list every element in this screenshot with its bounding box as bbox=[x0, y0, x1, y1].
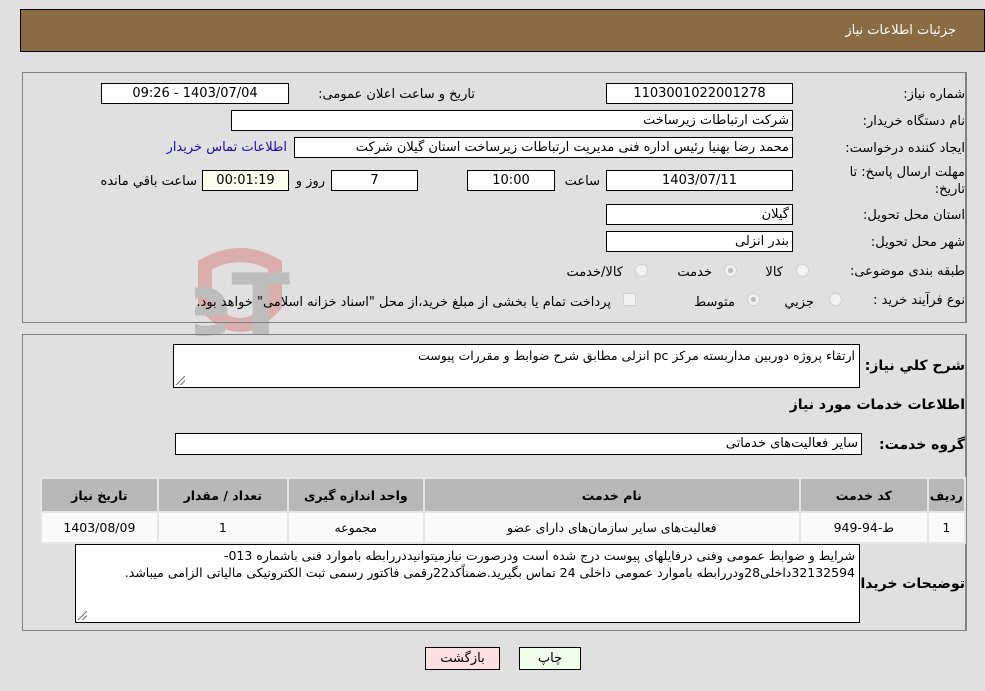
city-field: بندر انزلی bbox=[606, 231, 793, 252]
service-group-field: سایر فعالیت‌های خدماتی bbox=[175, 433, 862, 455]
back-button[interactable]: بازگشت bbox=[425, 647, 500, 670]
buyer-org-field: شرکت ارتباطات زیرساخت bbox=[231, 110, 793, 131]
buyer-contact-link[interactable]: اطلاعات تماس خریدار bbox=[167, 140, 287, 155]
category-radio-service[interactable] bbox=[724, 264, 737, 277]
buyer-notes-textarea[interactable]: شرایط و ضوابط عمومی وفنی درفایلهای پیوست… bbox=[75, 544, 860, 623]
cell-service-code: ط-94-949 bbox=[798, 511, 929, 544]
col-service-name: نام خدمت bbox=[422, 477, 801, 513]
category-option-goods-service: کالا/خدمت bbox=[566, 265, 623, 280]
announce-date-label: تاریخ و ساعت اعلان عمومی: bbox=[318, 87, 475, 102]
cell-service-name: فعالیت‌های سایر سازمان‌های دارای عضو bbox=[422, 511, 801, 544]
buyer-notes-label: توضیحات خریدار: bbox=[846, 576, 965, 592]
description-text: ارتقاء پروژه دوربین مداربسته مرکز pc انز… bbox=[418, 348, 855, 363]
category-option-goods: کالا bbox=[765, 265, 783, 280]
page-header: جزئیات اطلاعات نیاز bbox=[20, 9, 985, 52]
description-label: شرح کلي نیاز: bbox=[864, 358, 965, 374]
treasury-checkbox-label: پرداخت تمام یا بخشی از مبلغ خرید،از محل … bbox=[196, 295, 611, 310]
creator-label: ایجاد کننده درخواست: bbox=[845, 141, 965, 156]
creator-field: محمد رضا بهنیا رئیس اداره فنی مدیریت ارت… bbox=[294, 137, 793, 158]
description-textarea[interactable]: ارتقاء پروژه دوربین مداربسته مرکز pc انز… bbox=[173, 344, 860, 388]
category-option-service: خدمت bbox=[677, 265, 712, 280]
need-number-label: شماره نیاز: bbox=[903, 87, 965, 102]
buyer-notes-text: شرایط و ضوابط عمومی وفنی درفایلهای پیوست… bbox=[124, 548, 855, 580]
col-row-number: ردیف bbox=[926, 477, 967, 513]
city-label: شهر محل تحویل: bbox=[870, 235, 965, 250]
cell-quantity: 1 bbox=[156, 511, 289, 544]
services-table: ردیف کد خدمت نام خدمت واحد اندازه گیری ت… bbox=[40, 477, 967, 544]
remaining-time-label: ساعت باقي مانده bbox=[100, 174, 197, 189]
table-header-row: ردیف کد خدمت نام خدمت واحد اندازه گیری ت… bbox=[40, 477, 967, 513]
announce-date-field: 1403/07/04 - 09:26 bbox=[101, 83, 289, 104]
days-label: روز و bbox=[295, 174, 325, 189]
deadline-label: مهلت ارسال پاسخ: تا تاریخ: bbox=[849, 165, 965, 197]
cell-unit: مجموعه bbox=[286, 511, 425, 544]
resize-grip-icon[interactable] bbox=[176, 376, 185, 385]
service-group-label: گروه خدمت: bbox=[879, 437, 965, 453]
process-radio-minor[interactable] bbox=[829, 293, 842, 306]
category-radio-goods-service[interactable] bbox=[635, 264, 648, 277]
province-field: گیلان bbox=[606, 204, 793, 225]
process-option-medium: متوسط bbox=[694, 295, 735, 310]
deadline-time-field: 10:00 bbox=[467, 170, 555, 191]
resize-grip-icon[interactable] bbox=[78, 611, 87, 620]
page-title: جزئیات اطلاعات نیاز bbox=[845, 23, 956, 38]
cell-need-date: 1403/08/09 bbox=[40, 511, 159, 544]
buyer-org-label: نام دستگاه خریدار: bbox=[862, 114, 965, 129]
need-number-field: 1103001022001278 bbox=[606, 83, 793, 104]
process-radio-medium[interactable] bbox=[747, 293, 760, 306]
deadline-date-field: 1403/07/11 bbox=[606, 170, 793, 191]
col-unit: واحد اندازه گیری bbox=[286, 477, 425, 513]
province-label: استان محل تحویل: bbox=[863, 208, 965, 223]
services-section-title: اطلاعات خدمات مورد نیاز bbox=[789, 397, 965, 413]
print-button[interactable]: چاپ bbox=[519, 647, 581, 670]
table-row: 1 ط-94-949 فعالیت‌های سایر سازمان‌های دا… bbox=[40, 511, 967, 544]
process-option-minor: جزيي bbox=[784, 295, 814, 310]
cell-row-number: 1 bbox=[926, 511, 967, 544]
category-label: طبقه بندی موضوعی: bbox=[849, 264, 965, 279]
treasury-checkbox[interactable] bbox=[623, 293, 636, 306]
col-quantity: تعداد / مقدار bbox=[156, 477, 289, 513]
col-need-date: تاریخ نیاز bbox=[40, 477, 159, 513]
category-radio-goods[interactable] bbox=[796, 264, 809, 277]
time-label: ساعت bbox=[564, 174, 600, 189]
col-service-code: کد خدمت bbox=[798, 477, 929, 513]
process-label: نوع فرآیند خرید : bbox=[873, 293, 965, 308]
remaining-time-field: 00:01:19 bbox=[202, 170, 289, 191]
days-field: 7 bbox=[331, 170, 418, 191]
